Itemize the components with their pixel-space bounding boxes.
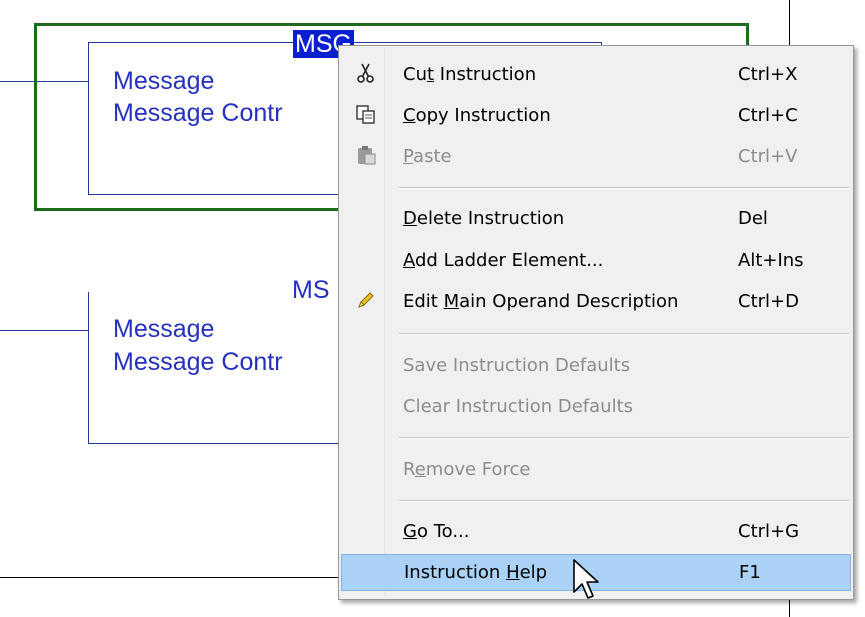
menu-item-copy-instruction[interactable]: Copy Instruction Ctrl+C — [341, 97, 851, 134]
msg-control-label-1: Message Contr — [113, 99, 283, 127]
pencil-icon — [355, 289, 377, 311]
menu-separator — [399, 187, 849, 189]
shortcut-text: Del — [738, 208, 768, 229]
shortcut-text: Alt+Ins — [738, 250, 804, 271]
shortcut-text: Ctrl+V — [738, 146, 798, 167]
menu-item-save-instruction-defaults[interactable]: Save Instruction Defaults — [341, 347, 851, 384]
msg-type-label-1: Message — [113, 67, 215, 95]
menu-item-delete-instruction[interactable]: Delete Instruction Del — [341, 200, 851, 237]
menu-item-clear-instruction-defaults[interactable]: Clear Instruction Defaults — [341, 388, 851, 425]
shortcut-text: F1 — [739, 562, 761, 583]
shortcut-text: Ctrl+D — [738, 291, 799, 312]
menu-separator — [399, 333, 849, 335]
scissors-icon — [355, 62, 377, 84]
rung2-input-wire — [0, 330, 90, 331]
context-menu: Cut Instruction Ctrl+X Copy Instruction … — [338, 45, 854, 600]
shortcut-text: Ctrl+C — [738, 105, 798, 126]
menu-item-edit-main-operand-description[interactable]: Edit Main Operand Description Ctrl+D — [341, 283, 851, 320]
paste-icon — [355, 144, 377, 166]
menu-separator — [399, 500, 849, 502]
menu-item-remove-force[interactable]: Remove Force — [341, 451, 851, 488]
shortcut-text: Ctrl+X — [738, 64, 798, 85]
shortcut-text: Ctrl+G — [738, 521, 800, 542]
menu-separator — [399, 437, 849, 439]
mouse-pointer-icon — [572, 558, 602, 604]
copy-icon — [355, 103, 377, 125]
menu-item-cut-instruction[interactable]: Cut Instruction Ctrl+X — [341, 56, 851, 93]
rung3-wire — [0, 577, 340, 578]
menu-item-go-to[interactable]: Go To... Ctrl+G — [341, 513, 851, 550]
menu-item-add-ladder-element[interactable]: Add Ladder Element... Alt+Ins — [341, 242, 851, 279]
msg-type-label-2: Message — [113, 315, 215, 343]
msg-control-label-2: Message Contr — [113, 348, 283, 376]
menu-item-paste[interactable]: Paste Ctrl+V — [341, 138, 851, 175]
msg-instruction-title-2[interactable]: MS — [290, 276, 332, 304]
